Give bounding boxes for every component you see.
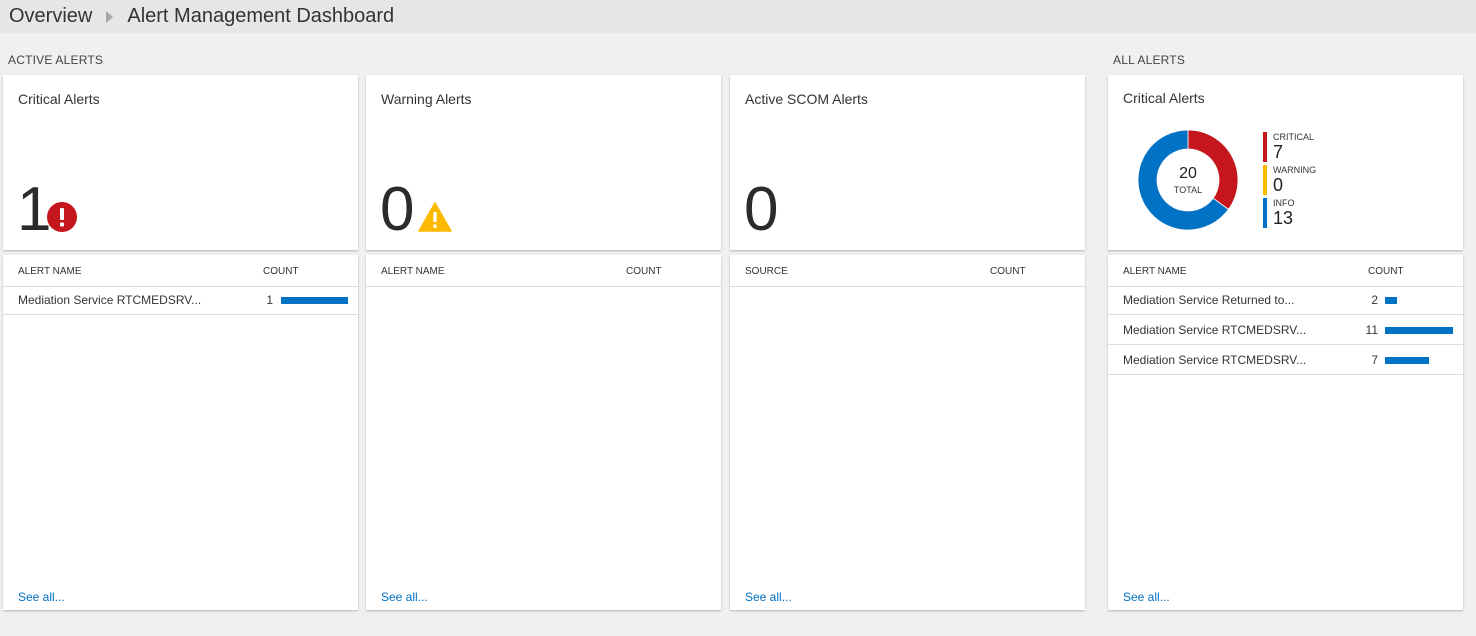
table-row[interactable]: Mediation Service Returned to... 2	[1108, 285, 1463, 315]
warning-count-value: 0	[380, 175, 415, 244]
table-row[interactable]: Mediation Service RTCMEDSRV... 11	[1108, 315, 1463, 345]
column-header-count[interactable]: COUNT	[990, 266, 1026, 277]
tile-title: Critical Alerts	[18, 91, 100, 107]
legend-warning-swatch	[1263, 165, 1267, 195]
see-all-link[interactable]: See all...	[381, 590, 428, 604]
legend-critical-swatch	[1263, 132, 1267, 162]
count-bar	[1385, 327, 1453, 334]
table-row[interactable]: Mediation Service RTCMEDSRV... 1	[3, 285, 358, 315]
warning-triangle-icon	[418, 202, 452, 232]
count-cell: 7	[1371, 353, 1378, 367]
see-all-link[interactable]: See all...	[745, 590, 792, 604]
alert-name-cell: Mediation Service Returned to...	[1123, 293, 1295, 307]
list-header: SOURCE COUNT	[730, 255, 1085, 287]
count-bar	[1385, 357, 1429, 364]
tile-title: Active SCOM Alerts	[745, 91, 868, 107]
scom-count-value: 0	[744, 175, 779, 244]
column-header-count[interactable]: COUNT	[1368, 266, 1404, 277]
see-all-link[interactable]: See all...	[18, 590, 65, 604]
chevron-right-icon	[106, 10, 114, 23]
count-cell: 2	[1371, 293, 1378, 307]
all-alerts-donut-tile[interactable]: Critical Alerts 20 TOTAL CRITICAL 7 WARN…	[1108, 75, 1463, 250]
column-header-alert-name[interactable]: ALERT NAME	[1123, 266, 1187, 277]
scom-alerts-list: SOURCE COUNT See all...	[730, 255, 1085, 610]
alert-name-cell: Mediation Service RTCMEDSRV...	[1123, 353, 1307, 367]
legend-info-value: 13	[1273, 208, 1294, 228]
warning-alerts-list: ALERT NAME COUNT See all...	[366, 255, 721, 610]
count-bar	[1385, 297, 1397, 304]
legend-critical-value: 7	[1273, 142, 1284, 162]
count-cell: 11	[1365, 323, 1378, 337]
critical-alerts-tile[interactable]: Critical Alerts 1	[3, 75, 358, 250]
breadcrumb: Overview Alert Management Dashboard	[0, 0, 1476, 33]
scom-alerts-tile[interactable]: Active SCOM Alerts 0	[730, 75, 1085, 250]
see-all-link[interactable]: See all...	[1123, 590, 1170, 604]
column-header-count[interactable]: COUNT	[626, 266, 662, 277]
alert-name-cell: Mediation Service RTCMEDSRV...	[18, 293, 202, 307]
legend-info-swatch	[1263, 198, 1267, 228]
table-row[interactable]: Mediation Service RTCMEDSRV... 7	[1108, 345, 1463, 375]
list-header: ALERT NAME COUNT	[1108, 255, 1463, 287]
column-header-alert-name[interactable]: ALERT NAME	[18, 266, 82, 277]
count-cell: 1	[266, 293, 273, 307]
page-title: Alert Management Dashboard	[127, 5, 395, 27]
list-header: ALERT NAME COUNT	[3, 255, 358, 287]
column-header-alert-name[interactable]: ALERT NAME	[381, 266, 445, 277]
list-header: ALERT NAME COUNT	[366, 255, 721, 287]
breadcrumb-overview-link[interactable]: Overview	[9, 5, 92, 28]
critical-exclamation-icon	[47, 202, 77, 232]
legend-warning-label: WARNING	[1273, 165, 1317, 175]
legend-warning-value: 0	[1273, 175, 1284, 195]
section-label-all-alerts: ALL ALERTS	[1113, 53, 1186, 67]
critical-alerts-list: ALERT NAME COUNT Mediation Service RTCME…	[3, 255, 358, 610]
tile-title: Warning Alerts	[381, 91, 472, 107]
legend-info-label: INFO	[1273, 198, 1295, 208]
warning-alerts-tile[interactable]: Warning Alerts 0	[366, 75, 721, 250]
alert-name-cell: Mediation Service RTCMEDSRV...	[1123, 323, 1307, 337]
tile-title: Critical Alerts	[1123, 90, 1205, 106]
column-header-count[interactable]: COUNT	[263, 266, 299, 277]
donut-total-value: 20	[1179, 165, 1197, 182]
all-alerts-list: ALERT NAME COUNT Mediation Service Retur…	[1108, 255, 1463, 610]
count-bar	[281, 297, 348, 304]
section-label-active-alerts: ACTIVE ALERTS	[8, 53, 104, 67]
column-header-source[interactable]: SOURCE	[745, 266, 788, 277]
donut-total-label: TOTAL	[1173, 185, 1203, 195]
legend-critical-label: CRITICAL	[1273, 132, 1315, 142]
